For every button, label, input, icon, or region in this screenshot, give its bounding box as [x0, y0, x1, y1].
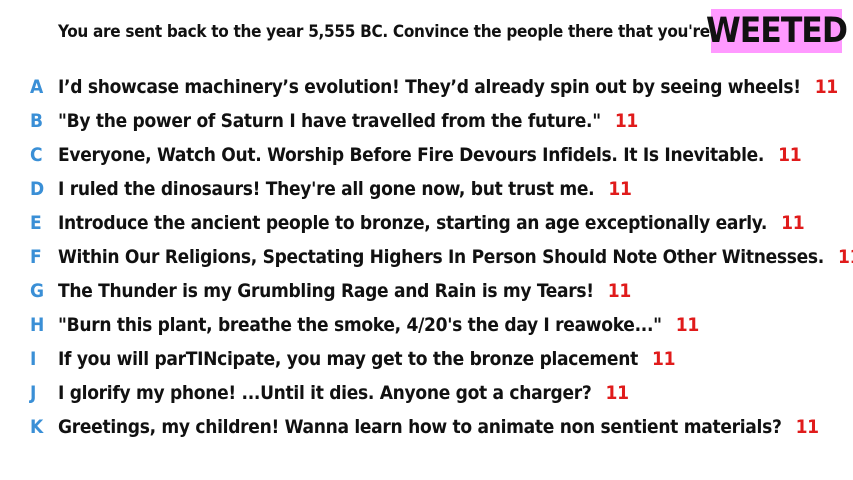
answer-score: 11 [607, 280, 631, 302]
answer-letter: G [30, 280, 44, 302]
answer-text: Within Our Religions, Spectating Highers… [58, 246, 824, 268]
answer-item: I If you will parTINcipate, you may get … [0, 342, 853, 376]
answer-letter: C [30, 144, 43, 166]
answer-item: C Everyone, Watch Out. Worship Before Fi… [0, 138, 853, 172]
answer-item: A I’d showcase machinery’s evolution! Th… [0, 70, 853, 104]
answer-text: I glorify my phone! ...Until it dies. An… [58, 382, 592, 404]
answer-letter: H [30, 314, 45, 336]
answer-letter: D [30, 178, 44, 200]
prompt-text: You are sent back to the year 5,555 BC. … [58, 22, 767, 42]
answer-score: 11 [778, 144, 802, 166]
answer-item: K Greetings, my children! Wanna learn ho… [0, 410, 853, 444]
answer-text: If you will parTINcipate, you may get to… [58, 348, 638, 370]
weeted-badge: WEETED [706, 9, 848, 53]
answer-score: 11 [814, 76, 838, 98]
answer-letter: F [30, 246, 42, 268]
answer-score: 11 [614, 110, 639, 132]
answer-letter: J [30, 382, 37, 404]
answer-text: I’d showcase machinery’s evolution! They… [58, 76, 801, 98]
answer-item: G The Thunder is my Grumbling Rage and R… [0, 274, 853, 308]
answer-text: Greetings, my children! Wanna learn how … [58, 416, 782, 438]
answer-item: F Within Our Religions, Spectating Highe… [0, 240, 853, 274]
answer-text: I ruled the dinosaurs! They're all gone … [58, 178, 595, 200]
answer-score: 11 [675, 314, 699, 336]
answer-text: Everyone, Watch Out. Worship Before Fire… [58, 144, 765, 166]
answer-text: Introduce the ancient people to bronze, … [58, 212, 768, 234]
answer-letter: I [30, 348, 37, 370]
answer-letter: A [30, 76, 43, 98]
answer-item: J I glorify my phone! ...Until it dies. … [0, 376, 853, 410]
answer-letter: E [30, 212, 42, 234]
answer-score: 11 [605, 382, 629, 404]
answer-score: 11 [838, 246, 853, 268]
answer-letter: B [30, 110, 43, 132]
answer-score: 11 [608, 178, 632, 200]
answer-list: A I’d showcase machinery’s evolution! Th… [0, 70, 853, 444]
answer-score: 11 [781, 212, 805, 234]
answer-score: 11 [795, 416, 819, 438]
answer-item: H "Burn this plant, breathe the smoke, 4… [0, 308, 853, 342]
answer-text: "By the power of Saturn I have travelled… [58, 110, 601, 132]
answer-text: "Burn this plant, breathe the smoke, 4/2… [58, 314, 662, 336]
answer-letter: K [30, 416, 43, 438]
answer-text: The Thunder is my Grumbling Rage and Rai… [58, 280, 594, 302]
answer-item: E Introduce the ancient people to bronze… [0, 206, 853, 240]
answer-item: B "By the power of Saturn I have travell… [0, 104, 853, 138]
answer-score: 11 [651, 348, 676, 370]
answer-item: D I ruled the dinosaurs! They're all gon… [0, 172, 853, 206]
